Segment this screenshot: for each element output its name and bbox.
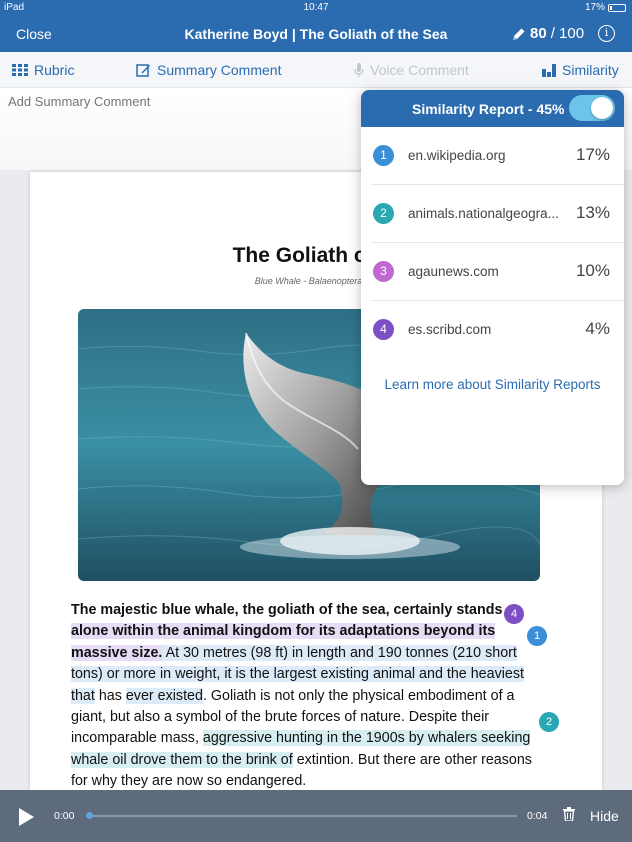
- speedgrader-screen: iPad 10:47 17% Close Katherine Boyd | Th…: [0, 0, 632, 842]
- summary-comment-button[interactable]: Summary Comment: [136, 62, 281, 78]
- source-percent: 4%: [585, 319, 610, 338]
- audio-scrubber-track[interactable]: [88, 815, 517, 817]
- voice-comment-label: Voice Comment: [370, 62, 469, 78]
- bar-chart-icon: [542, 63, 556, 77]
- score-display[interactable]: 80 / 100: [512, 25, 584, 42]
- marker-source-2[interactable]: 2: [539, 712, 559, 732]
- para-part-2: alone: [71, 623, 113, 640]
- battery-indicator: 17%: [585, 2, 626, 13]
- source-percent: 10%: [575, 261, 610, 280]
- source-number: 1: [373, 145, 394, 166]
- score-value: 80: [530, 25, 547, 42]
- similarity-source-row[interactable]: 3 agaunews.com 10%: [371, 243, 624, 301]
- trash-icon[interactable]: [563, 807, 575, 821]
- status-bar: iPad 10:47 17%: [0, 0, 632, 16]
- play-icon[interactable]: [19, 808, 34, 826]
- info-icon[interactable]: i: [598, 25, 615, 42]
- summary-comment-input[interactable]: [8, 94, 348, 109]
- marker-source-1[interactable]: 1: [527, 626, 547, 646]
- source-name: es.scribd.com: [408, 322, 492, 337]
- para-part-1: The majestic blue whale, the goliath of …: [71, 602, 503, 618]
- edit-icon: [136, 63, 150, 77]
- similarity-title: Similarity Report - 45%: [412, 101, 565, 117]
- duration-time: 0:04: [527, 810, 548, 822]
- voice-comment-button[interactable]: Voice Comment: [354, 62, 469, 78]
- audio-player: 0:00 0:04 Hide: [0, 790, 632, 842]
- learn-more-link[interactable]: Learn more about Similarity Reports: [361, 377, 624, 392]
- highlight-source-1b[interactable]: ever existed: [125, 687, 203, 704]
- rubric-button[interactable]: Rubric: [12, 62, 74, 78]
- battery-percent: 17%: [584, 2, 605, 13]
- similarity-toggle[interactable]: [569, 95, 615, 121]
- essay-paragraph: The majestic blue whale, the goliath of …: [71, 600, 541, 793]
- grid-icon: [12, 64, 28, 76]
- pencil-icon: [513, 28, 525, 40]
- score-total: / 100: [550, 25, 585, 42]
- similarity-source-row[interactable]: 2 animals.nationalgeogra... 13%: [371, 185, 624, 243]
- source-name: agaunews.com: [408, 264, 499, 279]
- similarity-header: Similarity Report - 45%: [361, 90, 624, 127]
- source-number: 2: [373, 203, 394, 224]
- similarity-button[interactable]: Similarity: [542, 62, 619, 78]
- para-part-5: has: [94, 687, 126, 704]
- source-name: animals.nationalgeogra...: [408, 206, 559, 221]
- microphone-icon: [354, 62, 364, 77]
- similarity-source-row[interactable]: 4 es.scribd.com 4%: [371, 301, 624, 359]
- status-time: 10:47: [303, 2, 329, 13]
- source-number: 4: [373, 319, 394, 340]
- audio-scrubber-handle[interactable]: [86, 812, 93, 819]
- source-name: en.wikipedia.org: [408, 148, 506, 163]
- toggle-knob: [591, 97, 613, 119]
- source-percent: 17%: [575, 145, 610, 164]
- nav-bar: Close Katherine Boyd | The Goliath of th…: [0, 16, 632, 52]
- summary-comment-label: Summary Comment: [157, 62, 282, 78]
- toolbar: Rubric Summary Comment Voice Comment Sim…: [0, 52, 632, 88]
- similarity-source-row[interactable]: 1 en.wikipedia.org 17%: [371, 127, 624, 185]
- source-percent: 13%: [575, 203, 610, 222]
- battery-icon: [608, 3, 626, 12]
- similarity-report-panel: Similarity Report - 45% 1 en.wikipedia.o…: [361, 90, 624, 485]
- similarity-label: Similarity: [562, 62, 619, 78]
- source-number: 3: [373, 261, 394, 282]
- hide-button[interactable]: Hide: [590, 808, 619, 824]
- rubric-label: Rubric: [34, 62, 75, 78]
- current-time: 0:00: [54, 810, 75, 822]
- marker-source-4[interactable]: 4: [504, 604, 524, 624]
